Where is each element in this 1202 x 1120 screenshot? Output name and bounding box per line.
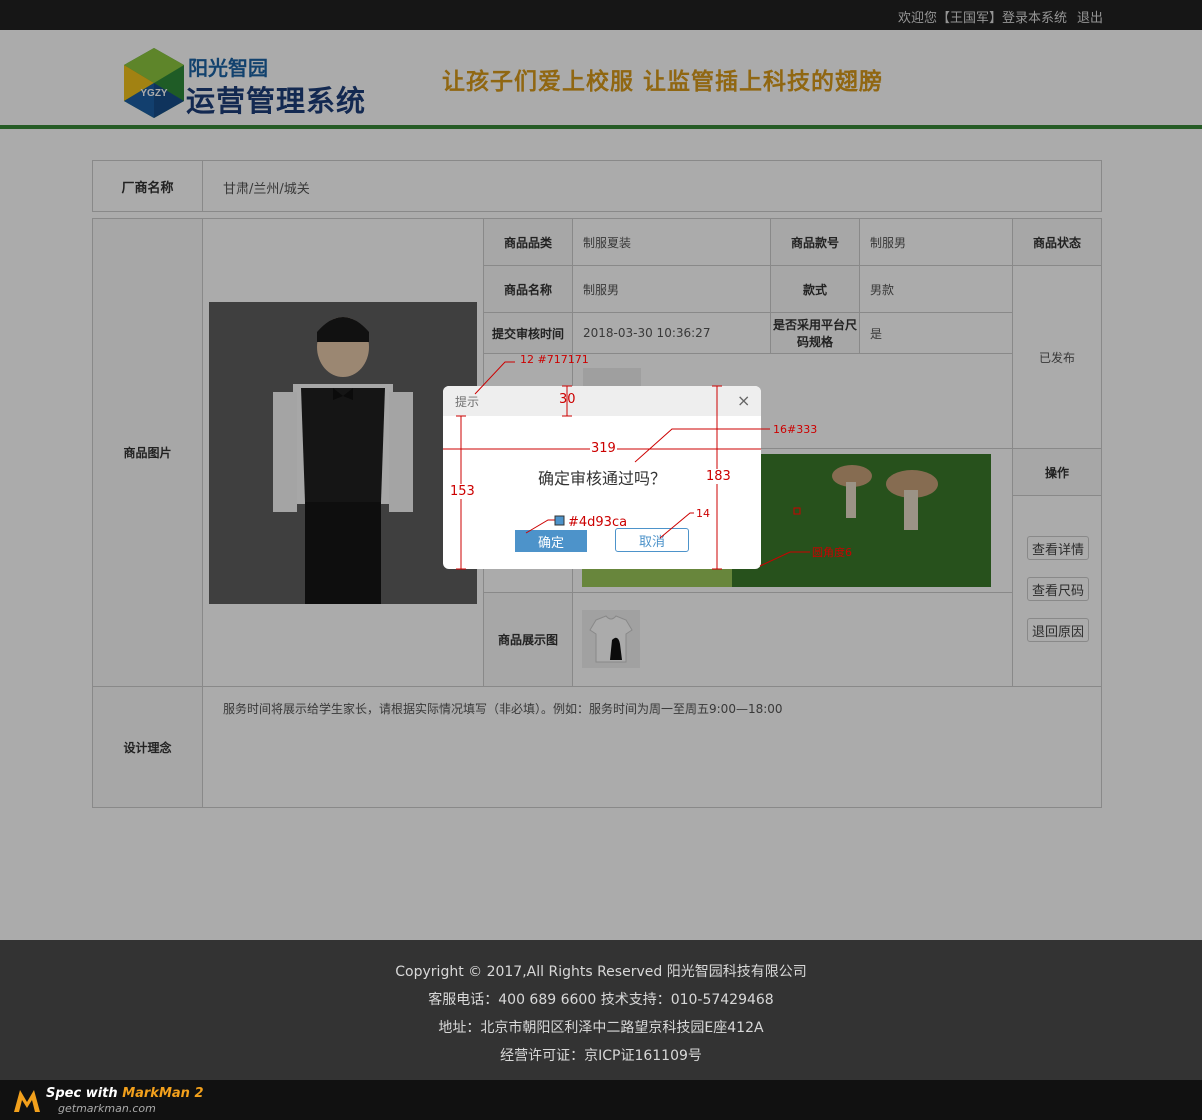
annotation-cancel-font: 14: [696, 507, 710, 520]
dialog-header: 提示 ×: [443, 386, 761, 416]
footer: Copyright © 2017,All Rights Reserved 阳光智…: [0, 940, 1202, 1080]
cancel-button[interactable]: 取消: [615, 528, 689, 552]
markman-logo-icon: [14, 1090, 40, 1112]
dialog-title: 提示: [455, 395, 480, 409]
footer-contact: 客服电话：400 689 6600 技术支持：010-57429468: [428, 992, 774, 1008]
annotation-radius: 圆角度6: [812, 546, 852, 559]
annotation-body-height: 153: [450, 484, 475, 499]
markman-url: getmarkman.com: [58, 1102, 156, 1115]
close-icon[interactable]: ×: [737, 391, 750, 410]
markman-bar: Spec with MarkMan 2 getmarkman.com: [0, 1080, 1202, 1120]
markman-title: Spec with MarkMan 2: [46, 1086, 204, 1101]
annotation-message-spec: 16#333: [773, 423, 818, 436]
annotation-title-spec: 12 #717171: [520, 353, 589, 366]
footer-copyright: Copyright © 2017,All Rights Reserved 阳光智…: [395, 964, 807, 980]
annotation-width: 319: [590, 441, 617, 456]
footer-license: 经营许可证：京ICP证161109号: [500, 1048, 702, 1064]
annotation-button-color: #4d93ca: [568, 515, 628, 530]
annotation-total-height: 183: [706, 469, 731, 484]
annotation-header-height: 30: [559, 392, 576, 407]
confirm-button[interactable]: 确定: [515, 530, 587, 552]
footer-address: 地址：北京市朝阳区利泽中二路望京科技园E座412A: [438, 1020, 764, 1036]
